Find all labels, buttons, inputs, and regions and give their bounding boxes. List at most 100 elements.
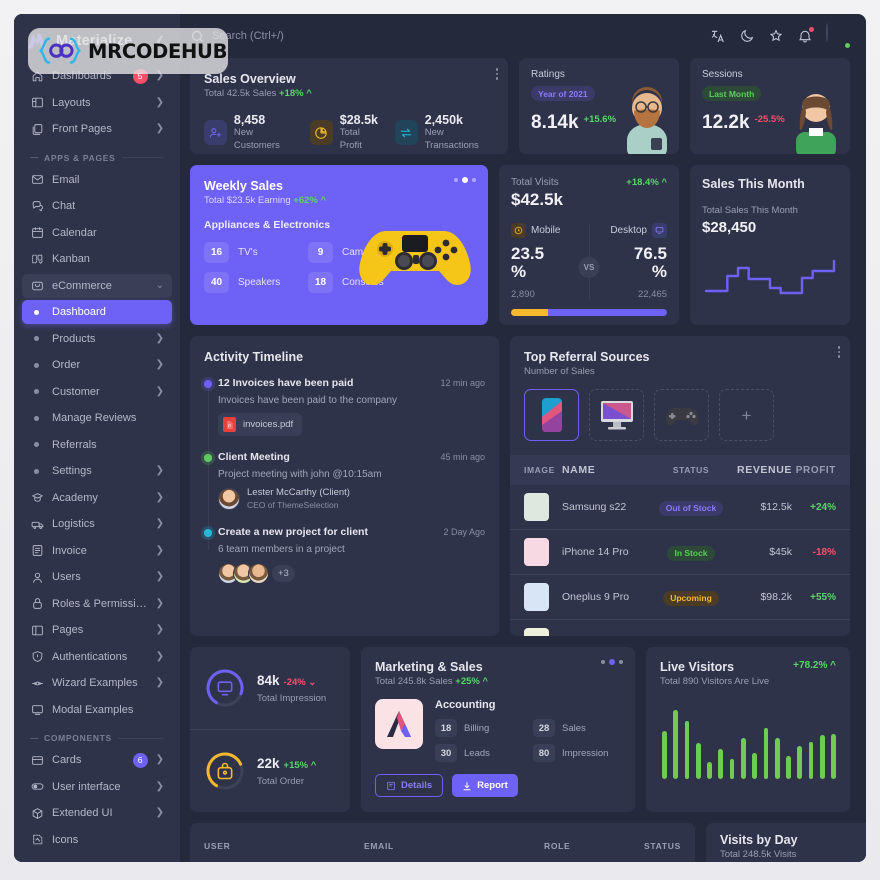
desktop-icon [652, 223, 667, 238]
sidebar-item-extended-ui[interactable]: Extended UI ❯ [22, 801, 172, 825]
sidebar-item-users[interactable]: Users ❯ [22, 565, 172, 589]
report-button[interactable]: Report [452, 774, 518, 797]
sidebar-item-invoice[interactable]: Invoice ❯ [22, 539, 172, 563]
sidebar-item-dashboard[interactable]: Dashboard [22, 300, 172, 324]
pie-icon [309, 120, 333, 146]
bell-icon[interactable] [797, 27, 814, 44]
sales-this-month-value: $28,450 [702, 219, 757, 236]
timeline-header: Create a new project for client 2 Day Ago [218, 526, 485, 538]
person-role: CEO of ThemeSelection [247, 499, 339, 510]
sidebar-item-authentications[interactable]: Authentications ❯ [22, 645, 172, 669]
screenshot-root: Materialize ❮ Dashboards5❯Layouts❯Front … [0, 0, 880, 880]
section-line [117, 737, 164, 739]
referral-product-thumbs[interactable]: + [510, 377, 850, 455]
braces-oo-logo-icon [38, 36, 82, 66]
sidebar-item-manage-reviews[interactable]: Manage Reviews [22, 406, 172, 430]
timeline-header: Client Meeting 45 min ago [218, 451, 485, 463]
marketing-buttons[interactable]: Details Report [375, 774, 621, 797]
sidebar-item-logistics[interactable]: Logistics ❯ [22, 512, 172, 536]
sales-overview-menu-icon[interactable] [495, 68, 498, 82]
weekly-item-count: 18 [308, 272, 333, 293]
col-user: USER [204, 841, 231, 851]
online-status-dot [844, 42, 851, 49]
sidebar-item-academy[interactable]: Academy ❯ [22, 486, 172, 510]
weekly-sales-carousel-dots[interactable] [454, 177, 476, 183]
product-profit: +55% [792, 574, 850, 620]
chevron-right-icon: ❯ [155, 597, 164, 609]
product-profit: +8% [792, 620, 850, 637]
sidebar-item-roles-permissions[interactable]: Roles & Permissions ❯ [22, 592, 172, 616]
weekly-sales-total: Total $23.5k Earning [204, 195, 291, 206]
sidebar-item-kanban[interactable]: Kanban [22, 247, 172, 271]
referral-menu-icon[interactable] [837, 346, 840, 360]
column-header-revenue: REVENUE [730, 455, 792, 485]
sidebar[interactable]: Materialize ❮ Dashboards5❯Layouts❯Front … [14, 14, 180, 862]
top-referral-sources-card: Top Referral Sources Number of Sales + I… [510, 336, 850, 636]
sidebar-item-label: Customer [52, 385, 100, 398]
column-header-name: NAME [562, 455, 652, 485]
table-row[interactable]: Oneplus 9 Pro Upcoming $98.2k +55% [510, 574, 850, 620]
timeline-title: Create a new project for client [218, 526, 368, 539]
star-icon[interactable] [768, 28, 784, 44]
sidebar-item-wizard-examples[interactable]: Wizard Examples ❯ [22, 671, 172, 695]
marketing-cells: 18 Billing 28 Sales 30 Leads 80 Impression [435, 719, 621, 762]
col-email: EMAIL [364, 841, 394, 851]
add-product-button[interactable]: + [719, 389, 774, 441]
file-name: invoices.pdf [243, 419, 294, 430]
sticker-icon [30, 833, 44, 847]
table-body: Samsung s22 Out of Stock $12.5k +24% iPhone … [510, 485, 850, 636]
vs-badge: VS [578, 257, 600, 278]
topbar-icons[interactable] [710, 23, 851, 49]
card-title: Sales Overview [204, 72, 296, 86]
table-row[interactable]: iPhone 14 Pro In Stock $45k -18% [510, 529, 850, 575]
sidebar-item-products[interactable]: Products ❯ [22, 327, 172, 351]
sidebar-item-email[interactable]: Email [22, 168, 172, 192]
marketing-carousel-dots[interactable] [601, 659, 623, 665]
moon-icon[interactable] [739, 28, 755, 44]
timeline-bullet [204, 380, 212, 388]
main-area: Search (Ctrl+/) Sales Overview Total 42.… [180, 14, 866, 862]
product-profit: +24% [792, 485, 850, 530]
stat-value: 2,450k [424, 113, 463, 127]
sessions-value: 12.2k [702, 111, 750, 133]
status-badge: Out of Stock [652, 485, 730, 530]
sidebar-item-customer[interactable]: Customer ❯ [22, 380, 172, 404]
sidebar-item-modal-examples[interactable]: Modal Examples [22, 698, 172, 722]
sidebar-item-icons[interactable]: Icons [22, 828, 172, 852]
row-3: Activity Timeline 12 Invoices have been … [190, 336, 850, 636]
file-attachment[interactable]: Pinvoices.pdf [218, 413, 303, 436]
table-row[interactable]: Samsung s22 Out of Stock $12.5k +24% [510, 485, 850, 530]
sidebar-item-referrals[interactable]: Referrals [22, 433, 172, 457]
table-row[interactable]: Google Pixel 6In Stock$210k+8% [510, 620, 850, 637]
search-input[interactable]: Search (Ctrl+/) [190, 29, 700, 44]
sidebar-section-header: APPS & PAGES [22, 144, 172, 168]
sidebar-item-order[interactable]: Order ❯ [22, 353, 172, 377]
sidebar-item-layouts[interactable]: Layouts ❯ [22, 91, 172, 115]
impression-value: 84k [257, 673, 280, 688]
sidebar-item-cards[interactable]: Cards 6 ❯ [22, 748, 172, 772]
visits-by-day-title: Visits by Day [719, 833, 798, 847]
sidebar-nav[interactable]: Dashboards 5 ❯ Layouts ❯ Front Pages ❯ APPS & P… [14, 62, 180, 862]
translate-icon[interactable] [710, 28, 726, 44]
product-thumb-imac[interactable] [589, 389, 644, 441]
user-add-icon [204, 120, 227, 146]
details-icon [387, 781, 395, 790]
product-image [510, 574, 562, 620]
lock-icon [30, 597, 44, 611]
sidebar-item-front-pages[interactable]: Front Pages ❯ [22, 117, 172, 141]
sidebar-item-chat[interactable]: Chat [22, 194, 172, 218]
sidebar-item-calendar[interactable]: Calendar [22, 221, 172, 245]
timeline-time: 2 Day Ago [443, 527, 485, 538]
sidebar-item-pages[interactable]: Pages ❯ [22, 618, 172, 642]
sidebar-item-settings[interactable]: Settings ❯ [22, 459, 172, 483]
details-button[interactable]: Details [375, 774, 444, 797]
product-thumb-phone[interactable] [524, 389, 579, 441]
sidebar-item-label: Pages [52, 624, 84, 636]
avatar[interactable] [826, 23, 851, 49]
impression-label: Total Order [257, 775, 304, 787]
sidebar-section-header: COMPONENTS [22, 724, 172, 748]
product-thumb-controller[interactable] [654, 389, 709, 441]
sidebar-item-user-interface[interactable]: User interface ❯ [22, 775, 172, 799]
sidebar-item-ecommerce[interactable]: eCommerce ⌄ [22, 273, 172, 298]
desktop-label: Desktop [610, 225, 647, 236]
